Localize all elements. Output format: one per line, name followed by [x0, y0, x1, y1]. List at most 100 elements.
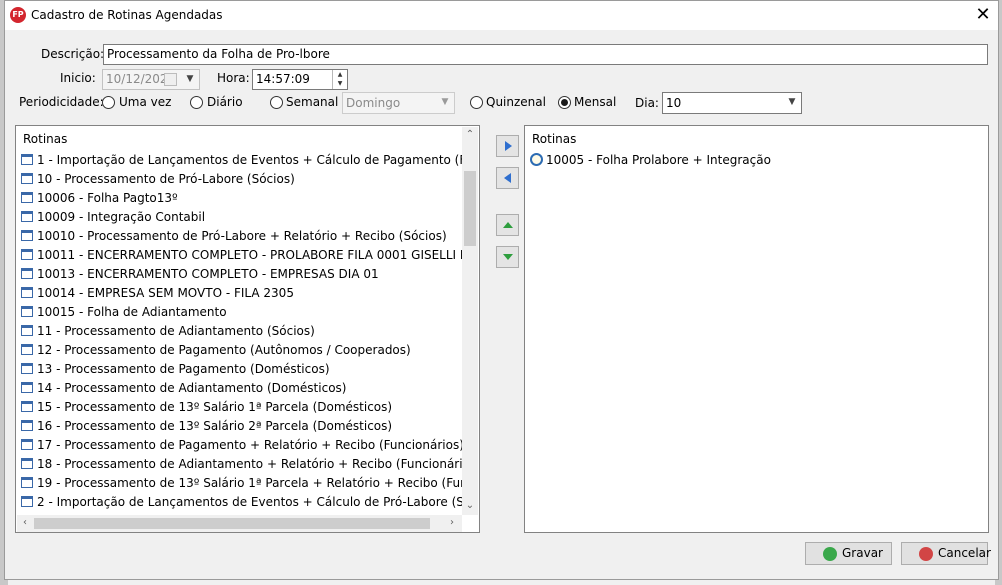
dia-select[interactable]: 10 ▼ [662, 92, 802, 114]
routine-icon [21, 173, 33, 184]
routine-icon [21, 496, 33, 507]
descricao-input[interactable]: Processamento da Folha de Pro-lbore [103, 44, 988, 65]
list-item-label: 17 - Processamento de Pagamento + Relató… [37, 438, 462, 452]
list-item[interactable]: 12 - Processamento de Pagamento (Autônom… [21, 341, 411, 360]
list-item[interactable]: 11 - Processamento de Adiantamento (Sóci… [21, 322, 315, 341]
list-item-label: 1 - Importação de Lançamentos de Eventos… [37, 153, 462, 167]
routine-icon [21, 230, 33, 241]
routine-icon [21, 420, 33, 431]
periodicidade-label: Periodicidade: [19, 95, 104, 109]
radio-diario[interactable] [190, 96, 203, 109]
cancelar-button[interactable]: Cancelar [901, 542, 991, 565]
chevron-down-icon[interactable]: ▼ [181, 70, 199, 89]
title-bar: FP Cadastro de Rotinas Agendadas ✕ [5, 1, 998, 30]
radio-diario-label[interactable]: Diário [207, 95, 243, 109]
radio-mensal[interactable] [558, 96, 571, 109]
app-logo-icon: FP [10, 7, 26, 23]
close-icon[interactable]: ✕ [973, 5, 993, 25]
gravar-button[interactable]: Gravar [805, 542, 892, 565]
dia-value: 10 [666, 96, 682, 110]
scroll-left-icon[interactable]: ‹ [18, 516, 32, 530]
spin-up-icon[interactable]: ▲ [333, 70, 347, 79]
radio-quinzenal-label[interactable]: Quinzenal [486, 95, 546, 109]
time-spinner[interactable]: ▲ ▼ [332, 70, 347, 89]
hora-time-input[interactable]: 14:57:09 ▲ ▼ [252, 69, 348, 90]
routine-icon [21, 211, 33, 222]
arrow-up-icon [503, 222, 513, 228]
list-item-label: 10011 - ENCERRAMENTO COMPLETO - PROLABOR… [37, 248, 462, 262]
inicio-label: Inicio: [60, 71, 96, 85]
list-item[interactable]: 10013 - ENCERRAMENTO COMPLETO - EMPRESAS… [21, 265, 379, 284]
radio-semanal[interactable] [270, 96, 283, 109]
list-item[interactable]: 10 - Processamento de Pró-Labore (Sócios… [21, 170, 295, 189]
list-item-label: 19 - Processamento de 13º Salário 1ª Par… [37, 476, 462, 490]
list-item[interactable]: 13 - Processamento de Pagamento (Domésti… [21, 360, 330, 379]
hora-time-value: 14:57:09 [256, 72, 310, 86]
radio-mensal-label[interactable]: Mensal [574, 95, 616, 109]
routine-icon [21, 268, 33, 279]
check-icon [823, 547, 837, 561]
arrow-down-icon [503, 254, 513, 260]
list-item-label: 10009 - Integração Contabil [37, 210, 206, 224]
routine-icon [21, 363, 33, 374]
routine-icon [21, 382, 33, 393]
list-item-label: 10015 - Folha de Adiantamento [37, 305, 227, 319]
move-down-button[interactable] [496, 246, 519, 268]
available-routines-list[interactable]: Rotinas 1 - Importação de Lançamentos de… [15, 125, 480, 533]
descricao-label: Descrição: [41, 47, 105, 61]
cancel-icon [919, 547, 933, 561]
list-item[interactable]: 16 - Processamento de 13º Salário 2ª Par… [21, 417, 392, 436]
dia-label: Dia: [635, 96, 659, 110]
list-item[interactable]: 10010 - Processamento de Pró-Labore + Re… [21, 227, 447, 246]
remove-routine-button[interactable] [496, 167, 519, 189]
dialog-window: FP Cadastro de Rotinas Agendadas ✕ Descr… [4, 0, 999, 580]
semanal-day-select[interactable]: Domingo ▼ [342, 92, 455, 114]
inicio-date-input[interactable]: 10/12/2024 ▼ [102, 69, 200, 90]
calendar-icon[interactable] [164, 73, 177, 86]
list-item[interactable]: 10006 - Folha Pagto13º [21, 189, 178, 208]
list-item-label: 10014 - EMPRESA SEM MOVTO - FILA 2305 [37, 286, 294, 300]
list-item[interactable]: 2 - Importação de Lançamentos de Eventos… [21, 493, 462, 512]
list-item[interactable]: 17 - Processamento de Pagamento + Relató… [21, 436, 462, 455]
list-item[interactable]: 18 - Processamento de Adiantamento + Rel… [21, 455, 462, 474]
routine-icon [21, 249, 33, 260]
routine-icon [21, 344, 33, 355]
radio-uma-vez[interactable] [102, 96, 115, 109]
list-item[interactable]: 1 - Importação de Lançamentos de Eventos… [21, 151, 462, 170]
right-panel-header: Rotinas [532, 132, 577, 146]
add-routine-button[interactable] [496, 135, 519, 157]
radio-quinzenal[interactable] [470, 96, 483, 109]
vertical-scroll-thumb[interactable] [464, 171, 476, 246]
hora-label: Hora: [217, 71, 250, 85]
list-item[interactable]: 15 - Processamento de 13º Salário 1ª Par… [21, 398, 392, 417]
left-list-viewport: 1 - Importação de Lançamentos de Eventos… [16, 126, 462, 514]
horizontal-scroll-thumb[interactable] [34, 518, 430, 529]
arrow-right-icon [505, 141, 512, 151]
list-item-label: 14 - Processamento de Adiantamento (Domé… [37, 381, 347, 395]
list-item[interactable]: 10005 - Folha Prolabore + Integração [530, 151, 771, 170]
spin-down-icon[interactable]: ▼ [333, 79, 347, 88]
list-item[interactable]: 10014 - EMPRESA SEM MOVTO - FILA 2305 [21, 284, 294, 303]
list-item-label: 11 - Processamento de Adiantamento (Sóci… [37, 324, 315, 338]
scroll-right-icon[interactable]: › [445, 516, 459, 530]
list-item-label: 13 - Processamento de Pagamento (Domésti… [37, 362, 330, 376]
chevron-down-icon[interactable]: ▼ [436, 93, 454, 112]
list-item-label: 2 - Importação de Lançamentos de Eventos… [37, 495, 462, 509]
list-item[interactable]: 14 - Processamento de Adiantamento (Domé… [21, 379, 346, 398]
scroll-up-icon[interactable]: ⌃ [463, 128, 477, 142]
list-item-label: 10005 - Folha Prolabore + Integração [546, 153, 771, 167]
chevron-down-icon[interactable]: ▼ [783, 93, 801, 112]
list-item[interactable]: 10009 - Integração Contabil [21, 208, 205, 227]
routine-icon [21, 477, 33, 488]
list-item[interactable]: 10015 - Folha de Adiantamento [21, 303, 227, 322]
scroll-down-icon[interactable]: ⌄ [463, 499, 477, 513]
move-up-button[interactable] [496, 214, 519, 236]
selected-routines-list[interactable]: Rotinas 10005 - Folha Prolabore + Integr… [524, 125, 989, 533]
routine-icon [21, 306, 33, 317]
routine-icon [21, 287, 33, 298]
radio-uma-vez-label[interactable]: Uma vez [119, 95, 171, 109]
radio-semanal-label[interactable]: Semanal [286, 95, 338, 109]
list-item[interactable]: 19 - Processamento de 13º Salário 1ª Par… [21, 474, 462, 493]
routine-icon [21, 154, 33, 165]
list-item[interactable]: 10011 - ENCERRAMENTO COMPLETO - PROLABOR… [21, 246, 462, 265]
